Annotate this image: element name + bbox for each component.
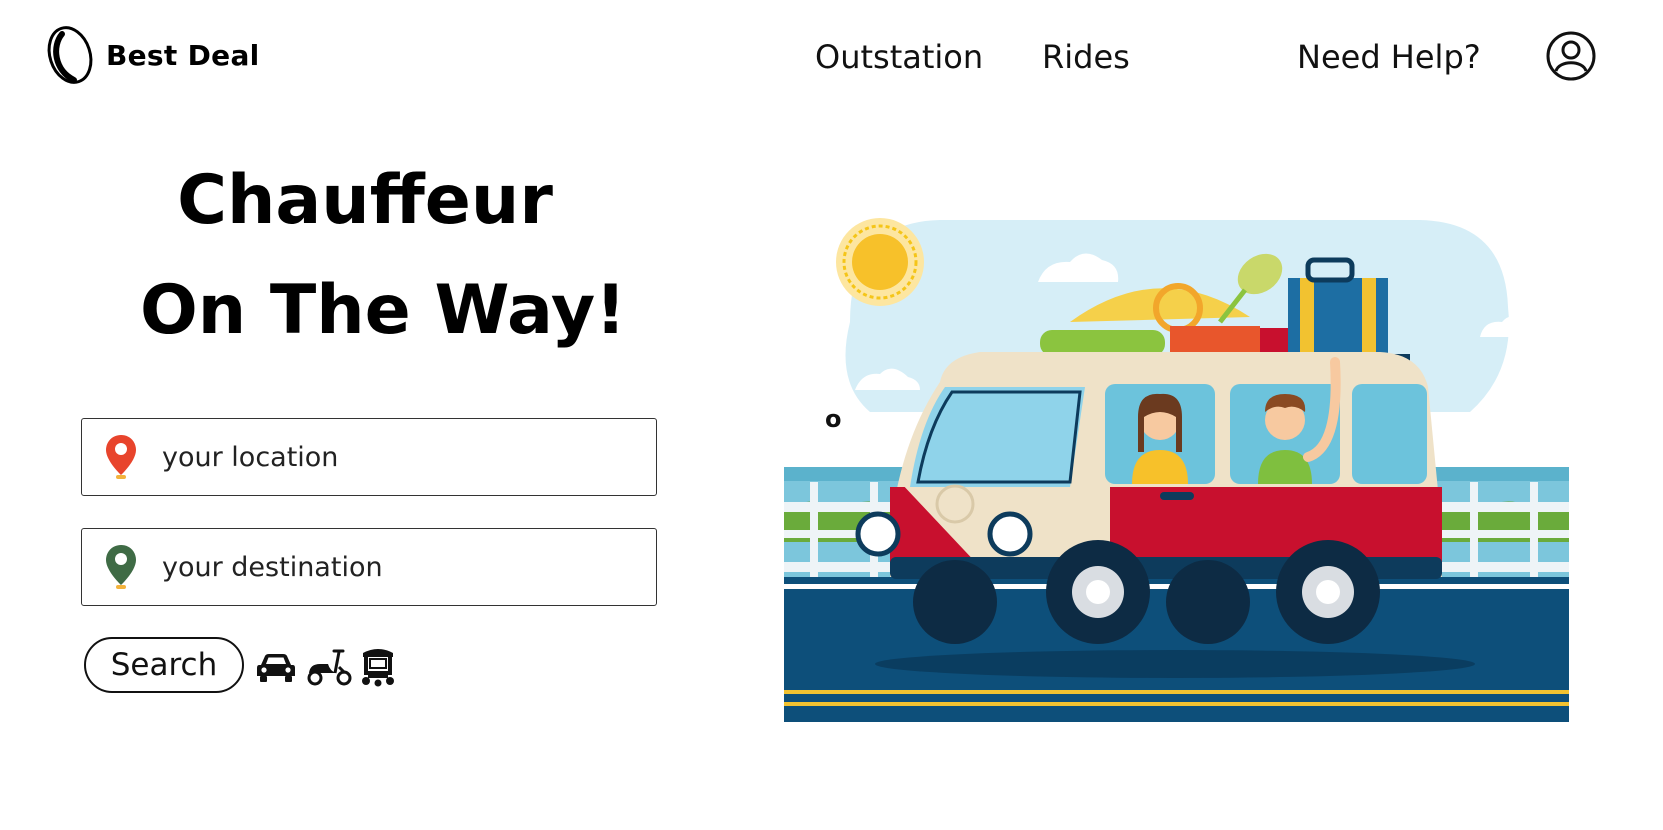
destination-field xyxy=(81,528,657,606)
search-button[interactable]: Search xyxy=(84,637,244,693)
nav-need-help-link[interactable]: Need Help? xyxy=(1297,38,1481,76)
logo-mark-icon xyxy=(47,26,93,84)
location-pin-icon xyxy=(106,435,136,479)
nav-rides-link[interactable]: Rides xyxy=(1042,38,1130,76)
nav-outstation-link[interactable]: Outstation xyxy=(815,38,983,76)
scooter-icon[interactable] xyxy=(306,645,352,687)
auto-rickshaw-icon[interactable] xyxy=(360,645,396,687)
hero-title-line-1: Chauffeur xyxy=(177,161,553,240)
destination-pin-icon xyxy=(106,545,136,589)
car-icon[interactable] xyxy=(255,645,297,687)
van-trip-illustration xyxy=(784,218,1569,722)
brand-logo[interactable]: Best Deal xyxy=(44,24,260,86)
destination-input[interactable] xyxy=(162,551,632,583)
hero-title-line-2: On The Way! xyxy=(140,271,627,350)
brand-name: Best Deal xyxy=(106,38,260,72)
location-input[interactable] xyxy=(162,441,632,473)
user-profile-icon[interactable] xyxy=(1545,30,1597,82)
location-field xyxy=(81,418,657,496)
